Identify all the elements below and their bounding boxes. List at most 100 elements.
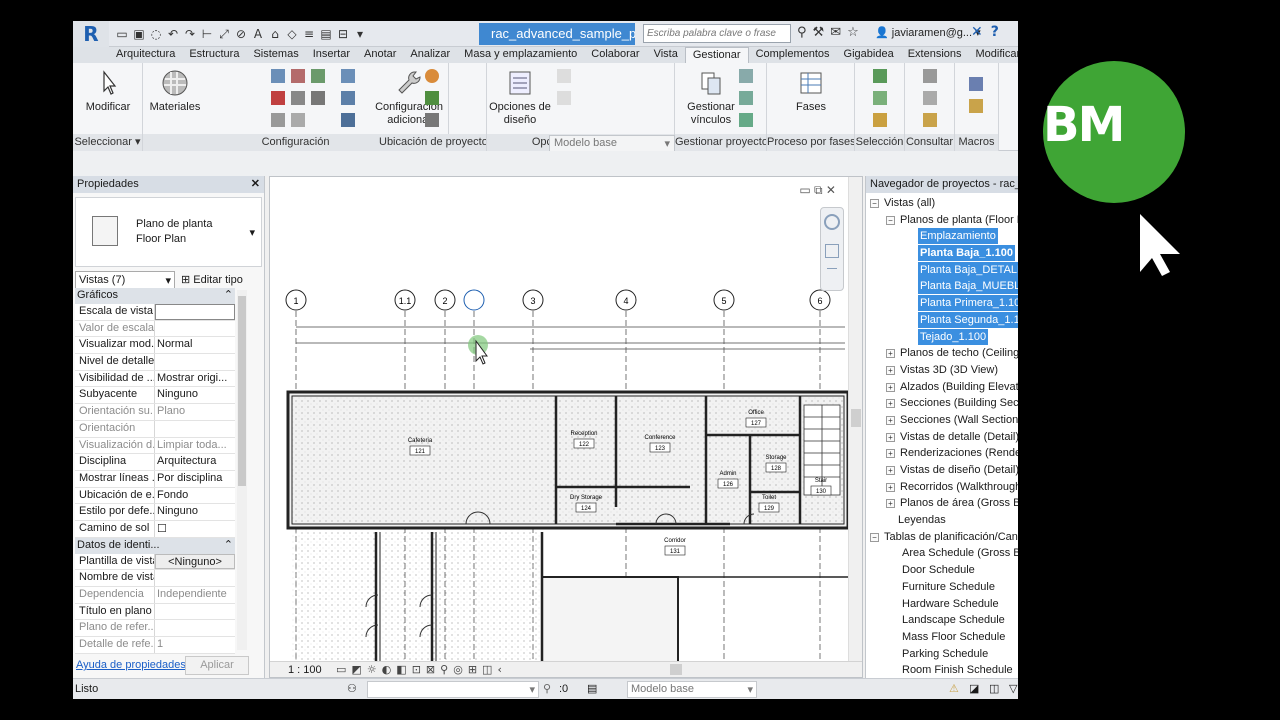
visual-style-icon[interactable]: ◩ [351,663,361,676]
tree-item[interactable]: Hardware Schedule [866,596,1018,613]
property-row[interactable]: Detalle de refe... 1 [75,637,235,654]
render-icon[interactable]: ◧ [396,663,406,676]
property-row[interactable]: Visibilidad de ... Mostrar origi... [75,370,235,388]
property-row[interactable]: Camino de sol ☐ [75,520,235,538]
vertical-scrollbar[interactable] [848,177,862,663]
tree-item[interactable]: Landscape Schedule [866,612,1018,629]
revit-app-menu-button[interactable]: R [73,21,109,47]
tree-item[interactable]: + Planos de área (Gross Buil [866,495,1018,512]
property-row[interactable]: Subyacente Ninguno [75,387,235,405]
tree-item[interactable]: −Planos de planta (Floor Pla [866,212,1018,229]
expand-icon[interactable]: + [886,399,895,409]
expand-icon[interactable]: + [886,466,895,475]
expand-icon[interactable]: + [886,415,895,425]
property-row[interactable]: Escala de vista [75,304,235,321]
warnings-icon[interactable] [923,113,937,127]
section-icon[interactable]: ◇ [285,27,299,41]
crop-region-icon[interactable]: ⊠ [426,663,435,676]
tab-sistemas[interactable]: Sistemas [246,47,305,63]
coordinates-icon[interactable] [425,91,439,105]
redo-icon[interactable]: ↷ [183,27,197,41]
navbar-options-icon[interactable] [827,268,837,274]
scroll-left-icon[interactable]: ‹ [497,663,501,676]
tree-item[interactable]: − Tablas de planificación/Can [866,529,1018,546]
add-to-set-icon[interactable] [557,69,571,83]
favorites-icon[interactable]: ☆ [847,25,859,40]
property-value[interactable]: Por disciplina [155,470,235,487]
section-identity[interactable]: Datos de identi... ⌃ [75,537,235,554]
property-row[interactable]: Mostrar líneas ... Por disciplina [75,470,235,488]
tree-item[interactable]: + Alzados (Building Elevatio [866,379,1018,396]
tab-arquitectura[interactable]: Arquitectura [109,47,182,63]
close-hidden-icon[interactable]: ▤ [319,27,333,41]
panel-schedules-icon[interactable] [341,113,355,127]
navigation-bar[interactable] [820,207,844,291]
property-row[interactable]: Orientación [75,420,235,438]
property-row[interactable]: Valor de escala... [75,320,235,338]
switch-windows-icon[interactable]: ⊟ [336,27,350,41]
horizontal-scroll-thumb[interactable] [670,664,682,675]
tree-item[interactable]: + Planos de techo (Ceiling P [866,345,1018,362]
property-row[interactable]: Visualización d... Limpiar toda... [75,437,235,455]
properties-help-link[interactable]: Ayuda de propiedades [76,659,186,671]
scrollbar-thumb[interactable] [851,409,861,427]
properties-scrollbar[interactable] [237,290,247,650]
property-value[interactable] [155,603,235,620]
tab-gigabidea[interactable]: Gigabidea [837,47,901,63]
property-value[interactable]: Normal [155,337,235,354]
global-parameters-icon[interactable] [311,91,325,105]
property-row[interactable]: Nombre de vista [75,570,235,587]
expand-icon[interactable]: + [886,499,895,509]
property-value[interactable]: <Ninguno> [155,553,235,570]
property-value[interactable]: Independiente [155,587,235,603]
tab-colaborar[interactable]: Colaborar [584,47,646,63]
tree-item[interactable]: Planta Baja_DETALLE1 [866,261,1018,279]
property-row[interactable]: Nivel de detalle [75,354,235,371]
measure-icon[interactable]: ⊢ [200,27,214,41]
load-selection-icon[interactable] [873,91,887,105]
tab-anotar[interactable]: Anotar [357,47,403,63]
active-design-option-select[interactable]: Modelo base ▾ [627,681,757,698]
type-selector[interactable]: Plano de planta Floor Plan ▾ [75,197,262,267]
drawing-area[interactable]: Cafeteria 121 Reception 122 Conference 123 Off… [269,176,863,678]
design-options-status-icon[interactable]: ▤ [587,682,597,695]
text-icon[interactable]: A [251,27,265,41]
3d-view-icon[interactable]: ⌂ [268,27,282,41]
tree-item[interactable]: Planta Segunda_1.100 [866,311,1018,329]
close-icon[interactable]: ✕ [251,177,260,190]
starting-view-icon[interactable] [739,91,753,105]
worksharing-icon[interactable]: ◫ [482,663,492,676]
tree-item[interactable]: Mass Floor Schedule [866,629,1018,646]
collapse-icon[interactable]: − [870,199,879,208]
property-value[interactable]: Limpiar toda... [155,437,235,454]
select-underlay-icon[interactable]: ◪ [969,682,979,695]
property-value[interactable] [155,420,235,437]
property-row[interactable]: Estilo por defe... Ninguno [75,504,235,521]
select-pinned-icon[interactable]: ◫ [989,682,999,695]
select-links-icon[interactable]: ⚠ [949,682,959,695]
expand-icon[interactable]: + [886,482,895,492]
purge-unused-icon[interactable] [291,113,305,127]
binoculars-icon[interactable]: ⚲ [797,25,807,40]
ids-of-selection-icon[interactable] [923,69,937,83]
property-row[interactable]: Ubicación de e... Fondo [75,487,235,505]
thin-lines-icon[interactable]: ≡ [302,27,316,41]
instance-filter-select[interactable]: Vistas (7) ▾ [75,271,175,289]
user-account[interactable]: 👤 javiaramen@g... ▾ [875,26,981,39]
tree-item[interactable]: + Vistas 3D (3D View) [866,362,1018,379]
editable-only-icon[interactable]: ⚲ [543,682,551,695]
tree-item[interactable]: Leyendas [866,512,1018,529]
snaps-icon[interactable] [291,69,305,83]
property-value[interactable]: 1 [155,637,235,653]
property-row[interactable]: Dependencia Independiente [75,587,235,604]
transfer-standards-icon[interactable] [271,113,285,127]
tree-item[interactable]: + Vistas de detalle (Detail) [866,429,1018,446]
property-value[interactable]: Fondo [155,487,235,504]
tree-item[interactable]: + Renderizaciones (Renderin [866,445,1018,462]
customize-qat-icon[interactable]: ▾ [353,27,367,41]
property-row[interactable]: Visualizar mod... Normal [75,337,235,355]
design-option-select[interactable]: Modelo base ▾ [549,135,675,152]
structural-settings-icon[interactable] [341,69,355,83]
scrollbar-thumb[interactable] [238,296,246,486]
tree-item[interactable]: Planta Baja_1.100 [866,245,1018,262]
